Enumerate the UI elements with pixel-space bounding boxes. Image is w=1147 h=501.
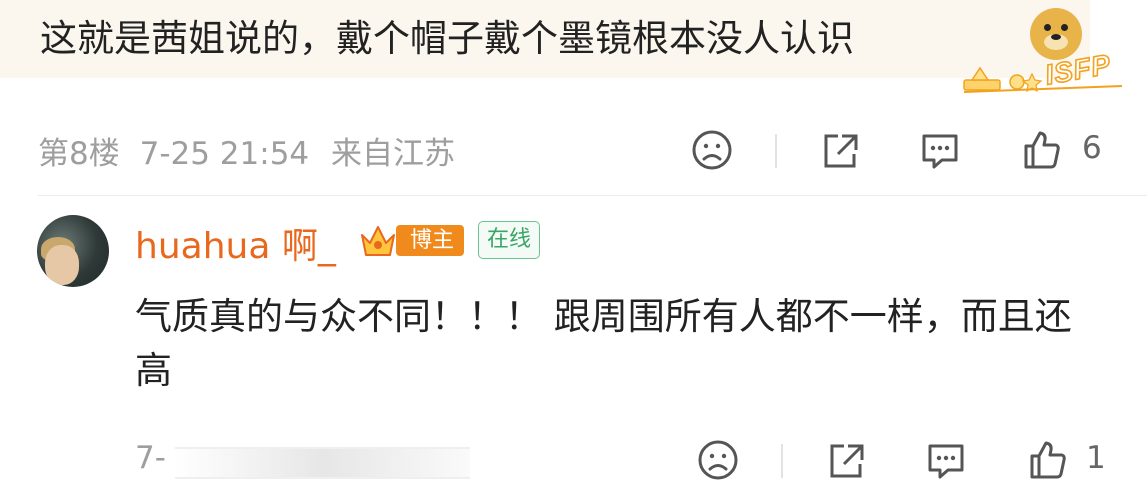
doge-icon [1030, 8, 1082, 60]
online-status-badge: 在线 [478, 221, 541, 259]
comment-icon[interactable] [918, 128, 962, 172]
location: 来自江苏 [331, 136, 455, 172]
comment-icon[interactable] [924, 438, 968, 482]
like-icon[interactable] [1026, 438, 1070, 482]
share-icon[interactable] [824, 438, 868, 482]
section-divider [38, 195, 1147, 196]
divider [775, 134, 777, 168]
comment-actions: 6 [690, 128, 1110, 172]
share-icon[interactable] [818, 128, 862, 172]
comment-meta: 第8楼 7-25 21:54 来自江苏 [38, 128, 455, 173]
avatar[interactable] [37, 215, 109, 287]
datetime: 7-25 21:54 [139, 136, 310, 172]
divider [781, 444, 783, 478]
like-icon[interactable] [1020, 128, 1064, 172]
crown-icon [361, 226, 395, 256]
reply-actions: 1 [696, 438, 1116, 482]
reply-date: 7- [135, 440, 166, 476]
comment-text: 这就是茜姐说的，戴个帽子戴个墨镜根本没人认识 [40, 17, 854, 60]
redacted-bar [175, 447, 470, 479]
sad-face-icon[interactable] [696, 438, 740, 482]
username[interactable]: huahua 啊_ [135, 217, 336, 269]
like-count: 1 [1086, 440, 1106, 476]
floor-label: 第8楼 [38, 136, 120, 172]
reply-text: 气质真的与众不同！！！ 跟周围所有人都不一样，而且还高 [135, 295, 1072, 392]
sad-face-icon[interactable] [690, 128, 734, 172]
like-count: 6 [1082, 130, 1102, 166]
blogger-tag: 博主 [396, 225, 465, 256]
